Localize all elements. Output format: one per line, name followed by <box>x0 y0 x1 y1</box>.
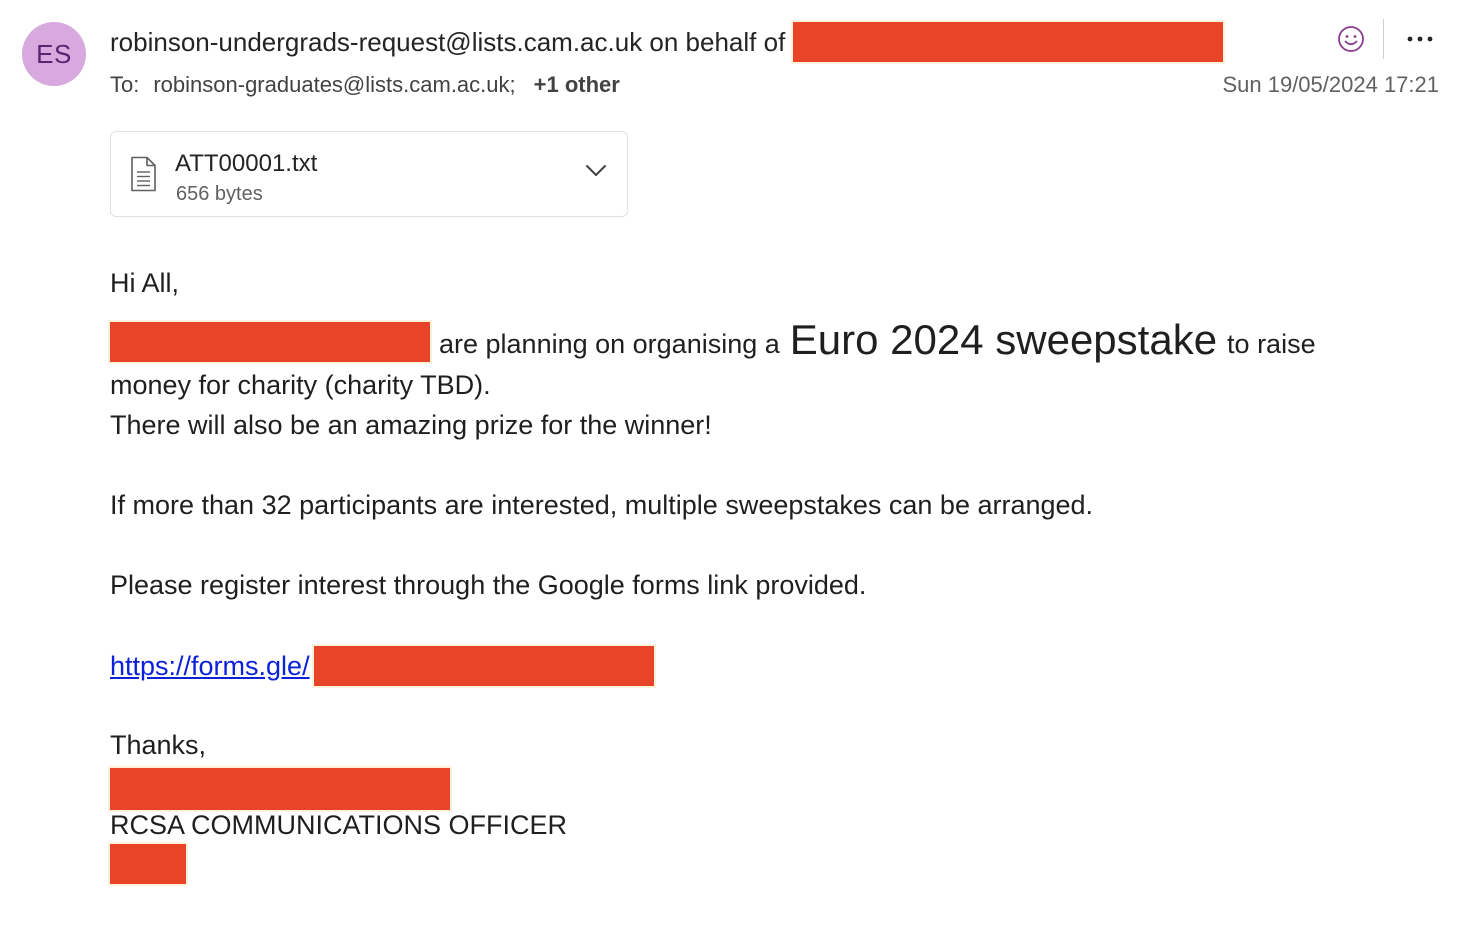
sender-avatar[interactable]: ES <box>22 22 86 86</box>
to-address[interactable]: robinson-graduates@lists.cam.ac.uk; <box>153 72 515 98</box>
sender-line: robinson-undergrads-request@lists.cam.ac… <box>110 22 1224 62</box>
redacted-organisers <box>110 322 430 362</box>
other-recipients-button[interactable]: +1 other <box>534 72 620 98</box>
body-line-4: If more than 32 participants are interes… <box>110 490 1094 520</box>
signoff: Thanks, <box>110 730 207 760</box>
redacted-link-path <box>313 646 654 686</box>
greeting: Hi All, <box>110 268 180 298</box>
body-line-1-part2: to raise <box>1227 329 1316 359</box>
redacted-sender-name <box>793 22 1224 62</box>
body-line-1-emphasis: Euro 2024 sweepstake <box>789 316 1218 363</box>
body-line-1-part1: are planning on organising a <box>439 329 780 359</box>
more-actions-button[interactable] <box>1402 22 1438 56</box>
sent-date: Sun 19/05/2024 17:21 <box>1222 72 1439 97</box>
body-line-1: are planning on organising a Euro 2024 s… <box>110 316 1316 364</box>
smiley-icon <box>1338 26 1364 52</box>
chevron-down-icon[interactable] <box>585 164 607 178</box>
redacted-signature-extra <box>110 844 186 884</box>
body-line-2: money for charity (charity TBD). <box>110 370 491 400</box>
reaction-button[interactable] <box>1334 22 1368 56</box>
toolbar-divider <box>1383 19 1384 59</box>
form-link-line: https://forms.gle/ <box>110 645 654 687</box>
to-label: To: <box>110 72 140 97</box>
sender-from-text: robinson-undergrads-request@lists.cam.ac… <box>110 26 786 57</box>
signature-title: RCSA COMMUNICATIONS OFFICER <box>110 810 568 840</box>
attachment-size: 656 bytes <box>176 183 263 205</box>
body-line-5: Please register interest through the Goo… <box>110 570 867 600</box>
recipients-line: To: robinson-graduates@lists.cam.ac.uk; … <box>110 70 620 100</box>
attachment-card[interactable]: ATT00001.txt 656 bytes <box>110 131 628 217</box>
document-icon <box>131 156 156 192</box>
body-line-3: There will also be an amazing prize for … <box>110 410 712 440</box>
more-icon <box>1407 36 1433 42</box>
attachment-name: ATT00001.txt <box>175 150 318 177</box>
redacted-signature-name <box>110 768 450 810</box>
form-link[interactable]: https://forms.gle/ <box>110 651 310 682</box>
